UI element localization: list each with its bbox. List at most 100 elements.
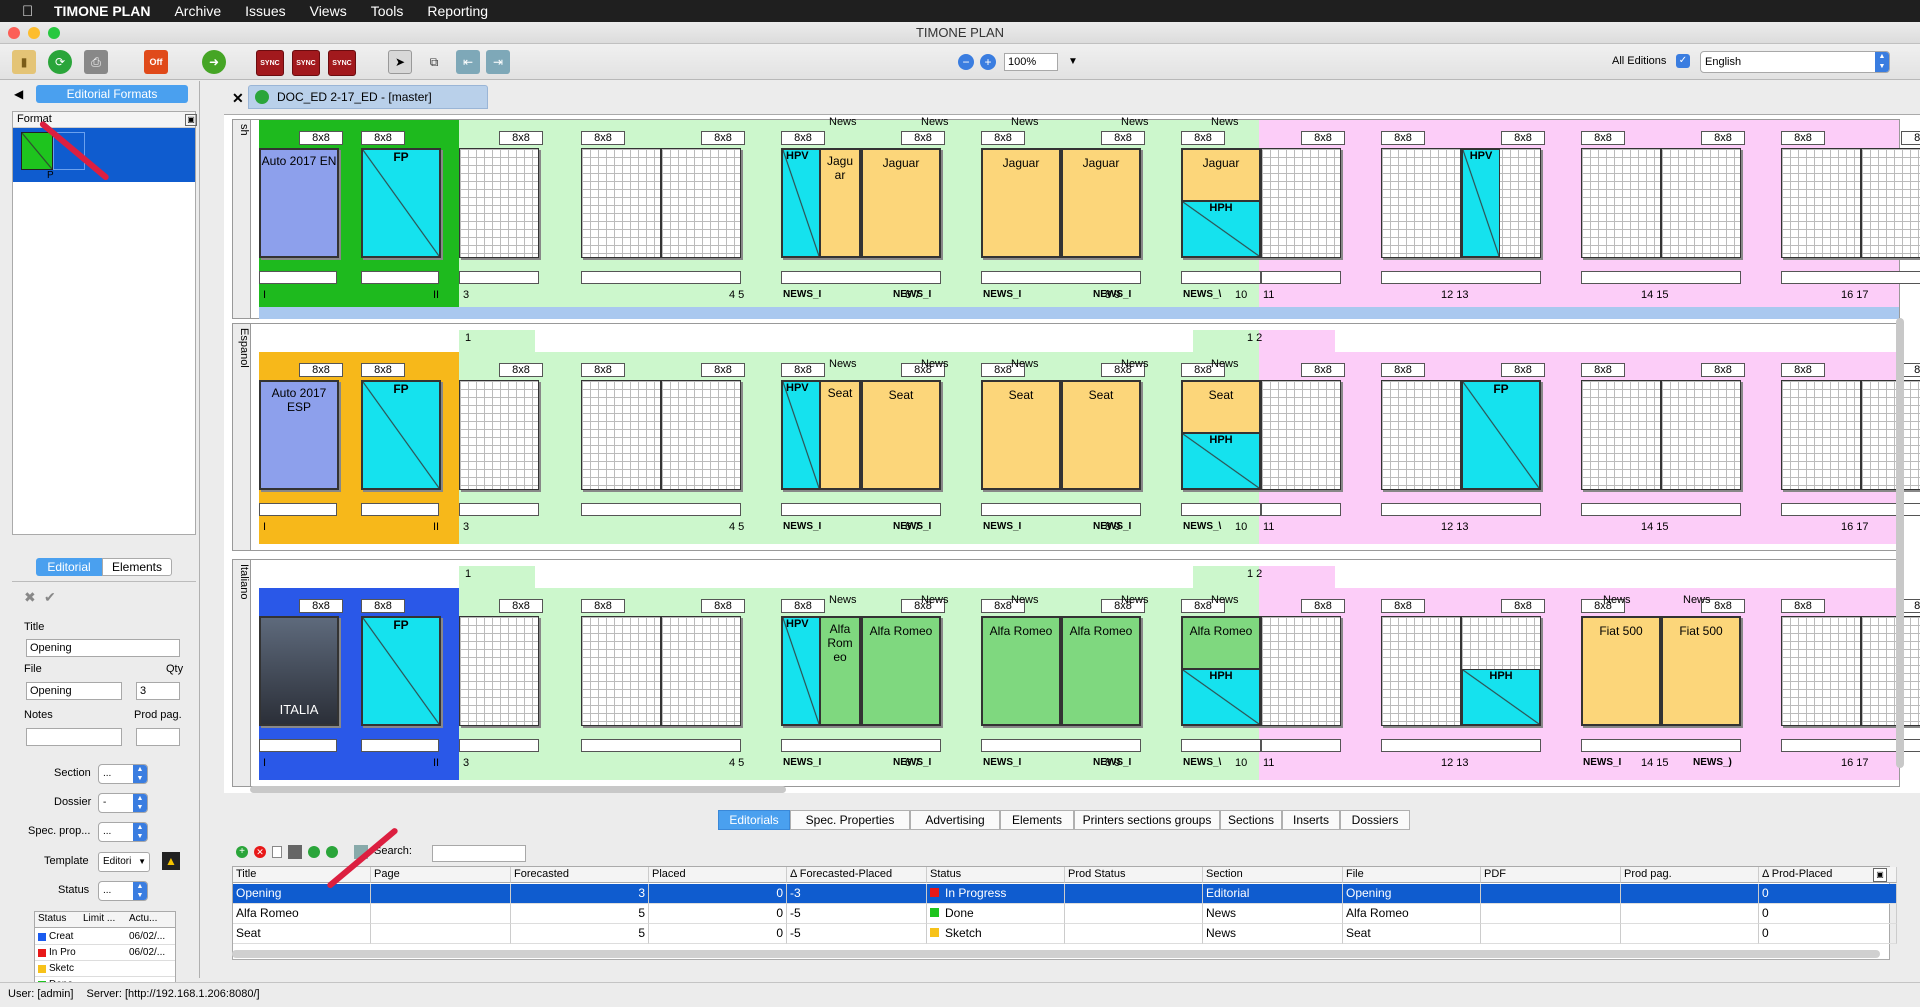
page-thumbnail[interactable] [1381, 380, 1461, 490]
article-block[interactable]: Seat [1062, 381, 1140, 489]
column-header[interactable]: PDF [1481, 867, 1621, 883]
column-picker-icon[interactable]: ▣ [185, 114, 197, 126]
column-header[interactable]: Placed [649, 867, 787, 883]
article-block[interactable]: Jagu ar [820, 149, 860, 257]
article-block[interactable]: Seat [1182, 381, 1260, 433]
search-input[interactable] [432, 845, 526, 862]
menu-tools[interactable]: Tools [371, 3, 404, 19]
page-name-box[interactable] [361, 739, 439, 752]
page-name-box[interactable] [781, 503, 941, 516]
confirm-icon[interactable]: ✔ [44, 589, 56, 606]
page-thumbnail[interactable] [1861, 380, 1920, 490]
tab-printers-sections-groups[interactable]: Printers sections groups [1074, 810, 1220, 830]
delete-icon[interactable]: ✖ [24, 589, 36, 606]
sync-in-button[interactable]: SYNC [328, 50, 356, 76]
add-item-icon[interactable] [326, 846, 338, 858]
document-tab[interactable]: DOC_ED 2-17_ED - [master] [248, 85, 488, 109]
tab-sections[interactable]: Sections [1220, 810, 1282, 830]
refresh-icon[interactable]: ⟳ [48, 50, 72, 74]
hph-block[interactable]: HPH [1182, 669, 1260, 725]
column-header[interactable]: File [1343, 867, 1481, 883]
page-name-box[interactable] [581, 271, 741, 284]
article-block[interactable]: Alfa Romeo [1182, 617, 1260, 669]
article-block[interactable]: Seat [862, 381, 940, 489]
page-thumbnail[interactable] [459, 380, 539, 490]
page-name-box[interactable] [1181, 503, 1261, 516]
page-thumbnail[interactable] [661, 616, 741, 726]
hpv-block[interactable]: HPV [782, 381, 820, 489]
table-horizontal-scrollbar[interactable] [232, 950, 1880, 958]
page-thumbnail[interactable] [1261, 148, 1341, 258]
zoom-out-icon[interactable]: − [958, 54, 974, 70]
table-row[interactable]: Alfa Romeo 5 0 -5 Done News Alfa Romeo 0 [233, 904, 1897, 924]
page-thumbnail[interactable] [581, 148, 661, 258]
page-thumbnail[interactable] [459, 616, 539, 726]
article-block[interactable]: Alfa Rom eo [820, 617, 860, 725]
page-thumbnail[interactable] [661, 380, 741, 490]
spec-prop-select[interactable]: ... ▲ ▼ [98, 822, 148, 842]
add-row-icon[interactable]: + [236, 846, 248, 858]
new-doc-icon[interactable] [272, 846, 282, 858]
language-select[interactable]: English ▲ ▼ [1700, 51, 1890, 73]
page-name-box[interactable] [981, 271, 1141, 284]
page-name-box[interactable] [1181, 271, 1261, 284]
page-thumbnail[interactable] [1261, 616, 1341, 726]
page-name-box[interactable] [1581, 739, 1741, 752]
page-name-box[interactable] [1261, 271, 1341, 284]
tab-inserts[interactable]: Inserts [1282, 810, 1340, 830]
page-name-box[interactable] [361, 503, 439, 516]
move-page-icon[interactable]: ⇤ [456, 50, 480, 74]
zoom-window-icon[interactable] [48, 27, 60, 39]
table-row[interactable]: Opening 3 0 -3 In Progress Editorial Opening 0 [233, 884, 1897, 904]
article-block[interactable]: Alfa Romeo [982, 617, 1060, 725]
pointer-tool-icon[interactable]: ➤ [388, 50, 412, 74]
article-block[interactable]: Alfa Romeo [1062, 617, 1140, 725]
cover-image[interactable]: ITALIA [260, 617, 338, 725]
zoom-input[interactable]: 100% [1004, 53, 1058, 71]
page-name-box[interactable] [781, 271, 941, 284]
hph-block[interactable]: HPH [1462, 669, 1540, 725]
page-thumbnail[interactable] [1861, 148, 1920, 258]
column-header[interactable]: Section [1203, 867, 1343, 883]
page-thumbnail[interactable] [661, 148, 741, 258]
page-name-box[interactable] [1261, 739, 1341, 752]
menu-archive[interactable]: Archive [174, 3, 221, 19]
page-thumbnail[interactable] [1781, 380, 1861, 490]
article-block[interactable]: Seat [820, 381, 860, 489]
page-name-box[interactable] [459, 503, 539, 516]
close-window-icon[interactable] [8, 27, 20, 39]
menu-reporting[interactable]: Reporting [427, 3, 488, 19]
page-name-box[interactable] [781, 739, 941, 752]
hph-block[interactable]: HPH [1182, 201, 1260, 257]
copy-tool-icon[interactable]: ⧉ [422, 50, 446, 74]
page-thumbnail[interactable] [1661, 148, 1741, 258]
cover-block[interactable]: Auto 2017 EN [260, 149, 338, 257]
app-name-menu[interactable]: TIMONE PLAN [54, 3, 150, 19]
go-forward-icon[interactable]: ➜ [202, 50, 226, 74]
minimize-window-icon[interactable] [28, 27, 40, 39]
column-header[interactable]: Prod pag. [1621, 867, 1759, 883]
page-thumbnail[interactable] [1781, 616, 1861, 726]
title-field[interactable]: Opening [26, 639, 180, 657]
hpv-block[interactable]: HPV [1462, 149, 1500, 257]
tab-elements[interactable]: Elements [102, 558, 172, 576]
page-thumbnail[interactable] [1261, 380, 1341, 490]
notes-field[interactable] [26, 728, 122, 746]
page-name-box[interactable] [259, 503, 337, 516]
article-block[interactable]: Jaguar [862, 149, 940, 257]
fp-block[interactable]: FP [1462, 381, 1540, 489]
page-name-box[interactable] [1261, 503, 1341, 516]
column-header[interactable]: Prod Status [1065, 867, 1203, 883]
editorial-formats-tab[interactable]: Editorial Formats [36, 85, 188, 103]
menu-issues[interactable]: Issues [245, 3, 285, 19]
column-header[interactable]: Forecasted [511, 867, 649, 883]
sync-out-button[interactable]: SYNC [256, 50, 284, 76]
page-name-box[interactable] [459, 739, 539, 752]
horizontal-scrollbar[interactable] [250, 786, 786, 793]
page-thumbnail[interactable] [459, 148, 539, 258]
status-table-row[interactable]: In Pro 06/02/... [35, 945, 175, 961]
page-name-box[interactable] [259, 271, 337, 284]
page-name-box[interactable] [1581, 271, 1741, 284]
tab-editorials[interactable]: Editorials [718, 810, 790, 830]
fp-block[interactable]: FP [362, 381, 440, 489]
